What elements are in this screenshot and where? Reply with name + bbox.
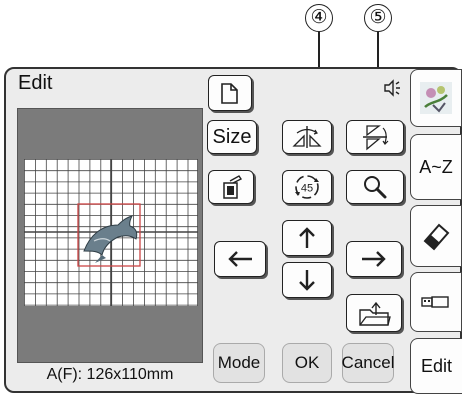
magnifier-icon: [364, 176, 387, 199]
rotate-90-button[interactable]: [346, 120, 404, 154]
cancel-button[interactable]: Cancel: [342, 343, 394, 383]
delete-button[interactable]: [208, 170, 254, 204]
arrow-down-icon: [299, 270, 315, 291]
arrow-left-icon: [228, 251, 252, 267]
layout-icon: [221, 83, 238, 104]
rotate-45-button[interactable]: 45: [282, 170, 332, 204]
embroidery-hoop-grid: [24, 159, 198, 306]
flip-horizontal-button[interactable]: [282, 120, 332, 154]
embroidery-pattern-icon: [420, 82, 452, 114]
usb-icon: [421, 296, 449, 308]
mode-button[interactable]: Mode: [213, 343, 265, 383]
tab-usb[interactable]: [410, 272, 462, 332]
move-right-button[interactable]: [346, 241, 402, 277]
delete-icon: [223, 175, 243, 199]
arrow-right-icon: [362, 251, 386, 267]
tab-character[interactable]: A~Z: [410, 134, 462, 200]
move-left-button[interactable]: [214, 241, 266, 277]
flip-horizontal-icon: [292, 126, 322, 148]
layout-button[interactable]: [208, 75, 252, 111]
tab-pattern[interactable]: [410, 69, 462, 127]
tab-edit[interactable]: Edit: [410, 338, 462, 394]
arrow-up-icon: [299, 227, 315, 248]
ok-button[interactable]: OK: [282, 343, 332, 383]
center-reset-button[interactable]: [346, 294, 402, 332]
callout-5: ⑤: [364, 4, 392, 32]
callout-4: ④: [305, 4, 333, 32]
zoom-button[interactable]: [346, 170, 404, 204]
move-up-button[interactable]: [282, 220, 332, 256]
pattern-size-readout: A(F): 126x110mm: [46, 366, 174, 383]
size-button[interactable]: Size: [207, 120, 257, 154]
rotate-45-icon: 45: [295, 175, 319, 199]
rotate-45-label: 45: [301, 183, 313, 195]
tab-eraser[interactable]: [410, 205, 462, 267]
center-reset-icon: [359, 301, 391, 326]
speaker-icon[interactable]: [382, 78, 402, 98]
rotate-90-icon: [363, 125, 389, 151]
screen-title: Edit: [18, 72, 53, 94]
move-down-button[interactable]: [282, 262, 332, 298]
eraser-icon: [423, 223, 450, 251]
